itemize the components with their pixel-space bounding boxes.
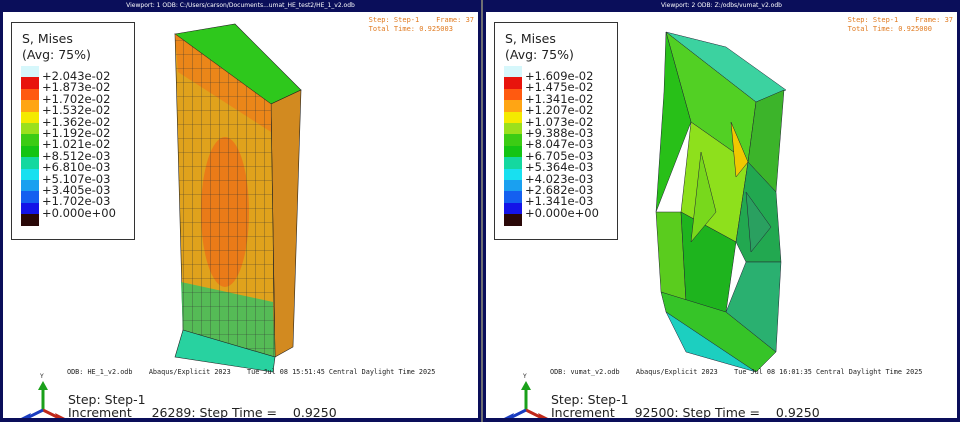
legend-swatch	[504, 157, 522, 169]
increment-label: Increment 26289: Step Time = 0.9250	[68, 405, 337, 418]
viewport-1[interactable]: Viewport: 1 ODB: C:/Users/carson/Documen…	[0, 0, 481, 422]
legend-title: S, Mises	[505, 31, 556, 46]
legend-swatch	[504, 123, 522, 135]
legend-swatch	[504, 214, 522, 226]
legend-title: S, Mises	[22, 31, 73, 46]
legend-swatch	[21, 168, 39, 180]
legend-swatch	[504, 191, 522, 203]
legend-swatch	[504, 180, 522, 192]
viewport-title: Viewport: 1 ODB: C:/Users/carson/Documen…	[126, 2, 355, 9]
legend-swatch	[21, 88, 39, 101]
legend-swatch	[21, 202, 39, 215]
step-frame-info: Step: Step-1 Frame: 37 Total Time: 0.925…	[847, 16, 953, 33]
viewport-2[interactable]: Viewport: 2 ODB: Z:/odbs/vumat_v2.odb S,…	[483, 0, 960, 422]
legend-swatch	[21, 214, 39, 226]
legend-swatch	[504, 100, 522, 112]
legend-swatch	[504, 77, 522, 89]
odb-info-line: ODB: HE_1_v2.odb Abaqus/Explicit 2023 Tu…	[67, 368, 436, 376]
legend-swatch	[21, 180, 39, 192]
legend-subtitle: (Avg: 75%)	[505, 47, 574, 62]
contour-legend: S, Mises (Avg: 75%) +1.609e-02 +1.475e-02…	[494, 22, 618, 240]
legend-swatch	[504, 145, 522, 158]
legend-swatch	[504, 88, 522, 101]
legend-swatch	[21, 123, 39, 135]
legend-value: +0.000e+00	[42, 205, 116, 220]
viewport-title: Viewport: 2 ODB: Z:/odbs/vumat_v2.odb	[661, 2, 782, 9]
legend-value: +0.000e+00	[525, 205, 599, 220]
legend-swatch	[21, 77, 39, 89]
side-face	[270, 89, 302, 358]
contour-legend: S, Mises (Avg: 75%) +2.043e-02 +1.873e-02…	[11, 22, 135, 240]
step-frame-info: Step: Step-1 Frame: 37 Total Time: 0.925…	[368, 16, 474, 33]
viewport-canvas[interactable]: S, Mises (Avg: 75%) +1.609e-02 +1.475e-02…	[486, 12, 957, 418]
legend-swatch	[21, 66, 39, 78]
legend-swatch	[21, 191, 39, 203]
legend-swatch	[21, 134, 39, 146]
legend-swatch	[21, 145, 39, 158]
legend-swatch	[21, 157, 39, 169]
legend-swatch	[504, 202, 522, 215]
legend-swatch	[504, 111, 522, 123]
legend-swatch	[21, 100, 39, 112]
viewport-canvas[interactable]: S, Mises (Avg: 75%) +2.043e-02 +1.873e-02…	[3, 12, 478, 418]
legend-swatch	[504, 168, 522, 180]
legend-swatch	[21, 111, 39, 123]
odb-info-line: ODB: vumat_v2.odb Abaqus/Explicit 2023 T…	[550, 368, 923, 376]
svg-text:Y: Y	[39, 373, 44, 380]
legend-swatch	[504, 134, 522, 146]
legend-swatch	[504, 66, 522, 78]
svg-text:Y: Y	[522, 373, 527, 380]
legend-subtitle: (Avg: 75%)	[22, 47, 91, 62]
increment-label: Increment 92500: Step Time = 0.9250	[551, 405, 820, 418]
